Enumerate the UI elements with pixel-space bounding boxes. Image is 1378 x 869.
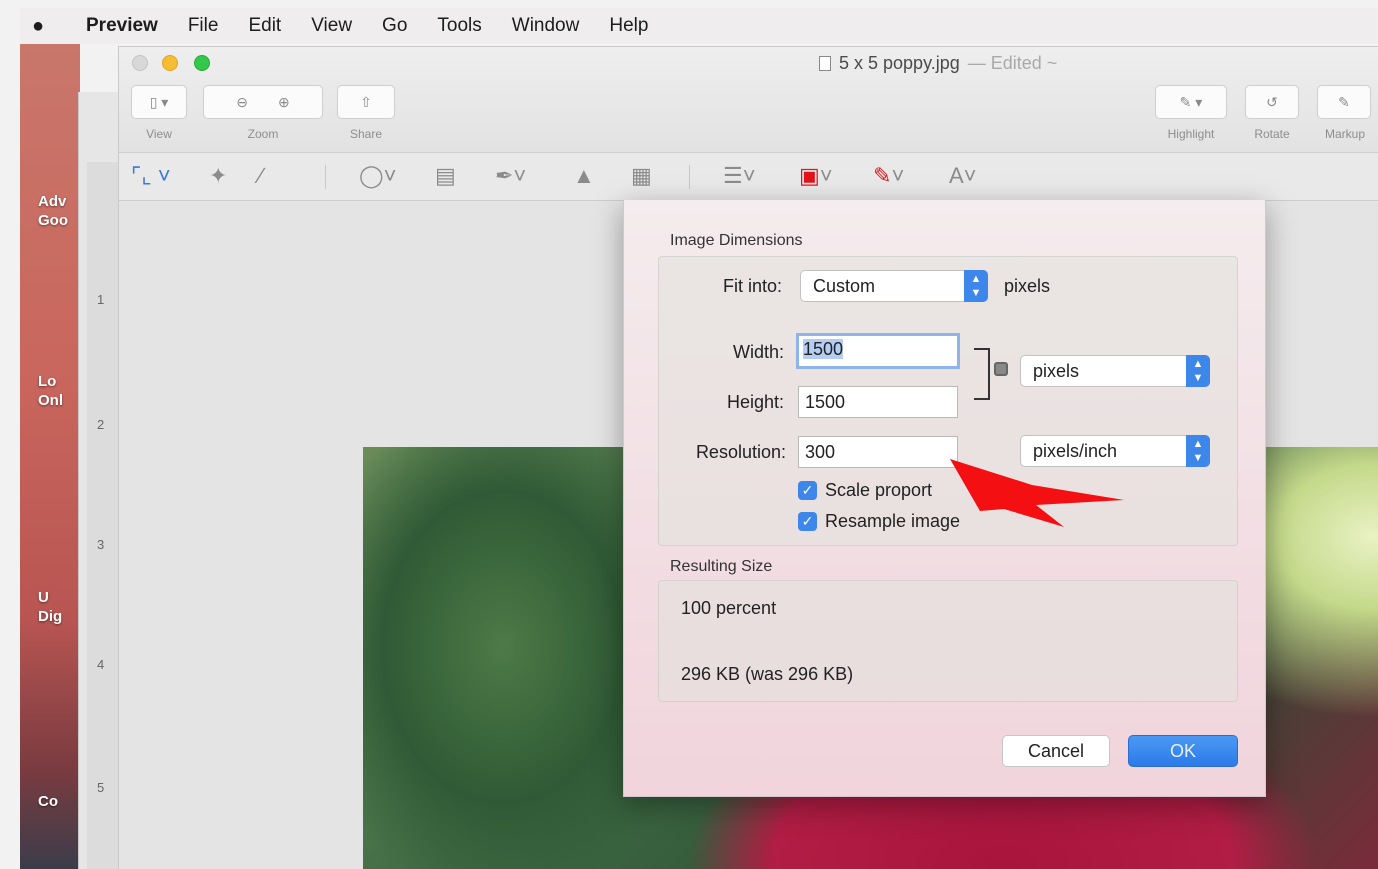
page-number: 4 <box>97 657 105 672</box>
rotate-label: Rotate <box>1254 127 1290 141</box>
resolution-value: 300 <box>805 442 836 462</box>
document-icon <box>819 56 831 71</box>
text-tool-icon[interactable]: ▤ <box>435 163 456 189</box>
menu-tools[interactable]: Tools <box>437 15 481 37</box>
desktop-icon-label[interactable]: U Dig <box>38 588 62 626</box>
checkmark-icon: ✓ <box>798 481 817 500</box>
rotate-button[interactable]: ↺ <box>1245 85 1299 119</box>
ok-button[interactable]: OK <box>1128 735 1238 767</box>
menu-window[interactable]: Window <box>512 15 580 37</box>
toolbar-divider <box>325 165 326 189</box>
shape-style-icon[interactable]: ☰˅ <box>723 163 756 189</box>
instant-alpha-icon[interactable]: ✦ <box>209 163 227 189</box>
selection-tool-icon[interactable]: ⌜⌞ ˅ <box>131 163 171 189</box>
close-button[interactable] <box>132 55 148 71</box>
menu-view[interactable]: View <box>311 15 352 37</box>
zoom-out-icon[interactable]: ⊖ <box>236 94 248 111</box>
width-value: 1500 <box>803 339 844 359</box>
menu-help[interactable]: Help <box>609 15 648 37</box>
menu-file[interactable]: File <box>188 15 219 37</box>
desktop-icon-label[interactable]: Adv Goo <box>38 192 68 230</box>
desktop-icon-label[interactable]: Lo Onl <box>38 372 63 410</box>
document-name: 5 x 5 poppy.jpg <box>839 53 960 73</box>
width-field[interactable]: 1500 <box>796 333 960 369</box>
thumbnail-sidebar <box>87 162 119 869</box>
share-label: Share <box>349 127 383 141</box>
minimize-button[interactable] <box>162 55 178 71</box>
popup-arrows-icon: ▲ ▼ <box>1186 355 1210 387</box>
red-annotation-arrow <box>950 459 1124 527</box>
adjust-size-dialog: Image Dimensions Fit into: Custom ▲ ▼ pix… <box>623 200 1266 797</box>
image-dimensions-title: Image Dimensions <box>670 232 803 249</box>
resolution-label: Resolution: <box>695 442 786 462</box>
shapes-icon[interactable]: ◯˅ <box>359 163 396 189</box>
lock-icon[interactable] <box>994 362 1008 376</box>
height-label: Height: <box>726 392 784 412</box>
constrain-bracket <box>974 348 990 400</box>
width-label: Width: <box>732 342 784 362</box>
resample-image-label: Resample image <box>825 511 961 531</box>
share-icon: ⇧ <box>360 93 372 110</box>
page-number: 2 <box>97 417 105 432</box>
text-style-icon[interactable]: A˅ <box>949 163 977 189</box>
scale-proportionally-checkbox[interactable]: ✓ Scale proport <box>798 480 932 501</box>
edited-status: — Edited ~ <box>967 53 1058 73</box>
highlight-pen-icon: ✎ ▾ <box>1179 93 1203 110</box>
screen: Adv Goo Lo Onl U Dig Co ● Preview File E… <box>0 0 1378 869</box>
zoom-button[interactable] <box>194 55 210 71</box>
highlight-button[interactable]: ✎ ▾ <box>1155 85 1227 119</box>
height-value: 1500 <box>805 392 846 412</box>
resample-image-checkbox[interactable]: ✓ Resample image <box>798 511 960 532</box>
zoom-segmented-control[interactable]: ⊖ ⊕ <box>203 85 323 119</box>
markup-toolbar: ⌜⌞ ˅ ✦ ∕ ◯˅ ▤ ✒˅ ▲ ▦ ☰˅ ▣˅ ✎˅ A˅ <box>119 153 1378 201</box>
page-number: 3 <box>97 537 105 552</box>
popup-arrows-icon: ▲ ▼ <box>964 270 988 302</box>
resolution-field[interactable]: 300 <box>798 436 958 468</box>
sidebar-view-icon: ▯ ▾ <box>149 93 169 110</box>
scale-proportionally-label: Scale proport <box>825 480 933 500</box>
zoom-label: Zoom <box>247 127 279 141</box>
size-unit-popup[interactable]: pixels ▲ ▼ <box>1020 355 1210 387</box>
fit-into-label: Fit into: <box>722 276 782 296</box>
checkmark-icon: ✓ <box>798 512 817 531</box>
sketch-icon[interactable]: ∕ <box>259 163 263 189</box>
border-color-icon[interactable]: ▣˅ <box>799 163 833 189</box>
toolbar-divider <box>689 165 690 189</box>
document-title[interactable]: 5 x 5 poppy.jpg — Edited ~ <box>819 53 1057 74</box>
resulting-size-title: Resulting Size <box>670 558 773 575</box>
apple-menu-icon[interactable]: ● <box>32 15 60 38</box>
menu-edit[interactable]: Edit <box>248 15 281 37</box>
markup-label: Markup <box>1324 127 1365 141</box>
fill-color-icon[interactable]: ✎˅ <box>873 163 904 189</box>
share-button[interactable]: ⇧ <box>337 85 395 119</box>
popup-arrows-icon: ▲ ▼ <box>1186 435 1210 467</box>
menu-go[interactable]: Go <box>382 15 407 37</box>
markup-toolbox-icon: ✎ <box>1338 93 1350 110</box>
cancel-button[interactable]: Cancel <box>1002 735 1110 767</box>
fit-into-value: Custom <box>813 276 876 296</box>
desktop-icon-label[interactable]: Co <box>38 792 58 811</box>
page-number: 5 <box>97 780 105 795</box>
view-button[interactable]: ▯ ▾ <box>131 85 187 119</box>
page-number: 1 <box>97 292 105 307</box>
desktop: Adv Goo Lo Onl U Dig Co <box>20 40 80 869</box>
sign-icon[interactable]: ✒˅ <box>495 163 526 189</box>
highlight-label: Highlight <box>1167 127 1215 141</box>
arrow-shape <box>950 459 1124 527</box>
size-unit-value: pixels <box>1033 361 1080 381</box>
percent-text: 100 percent <box>681 598 777 618</box>
view-label: View <box>146 127 172 141</box>
height-field[interactable]: 1500 <box>798 386 958 418</box>
fit-into-popup[interactable]: Custom ▲ ▼ <box>800 270 988 302</box>
titlebar[interactable]: 5 x 5 poppy.jpg — Edited ~ ▯ ▾ ⊖ ⊕ ⇧ Vie… <box>119 47 1378 153</box>
rotate-icon: ↺ <box>1266 93 1278 110</box>
menubar: ● Preview File Edit View Go Tools Window… <box>20 8 1378 44</box>
adjust-size-icon[interactable]: ▦ <box>631 163 652 189</box>
menu-preview[interactable]: Preview <box>86 15 158 37</box>
zoom-in-icon[interactable]: ⊕ <box>278 94 290 111</box>
markup-button[interactable]: ✎ <box>1317 85 1371 119</box>
adjust-color-icon[interactable]: ▲ <box>573 163 595 189</box>
fit-into-unit: pixels <box>1004 276 1051 296</box>
file-size-text: 296 KB (was 296 KB) <box>681 664 854 684</box>
